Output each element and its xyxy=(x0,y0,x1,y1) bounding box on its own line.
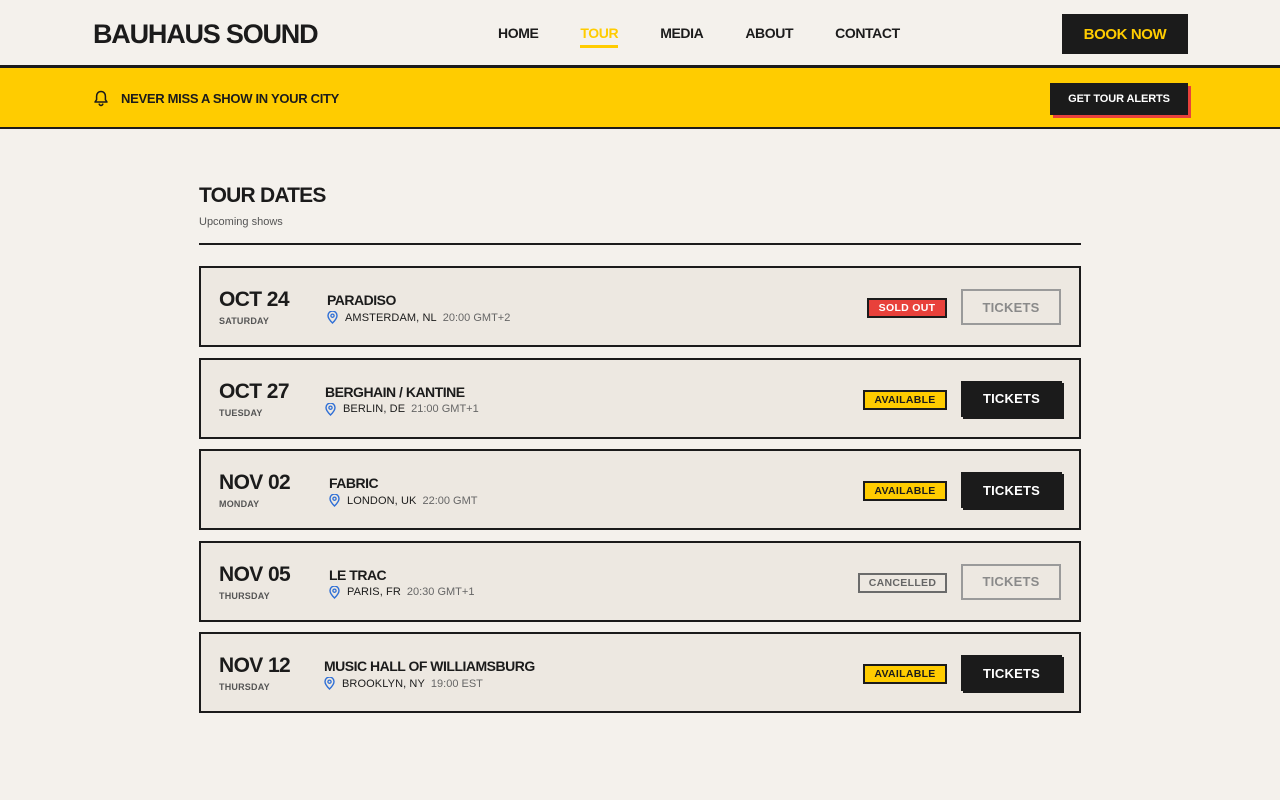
tour-list: OCT 24 SATURDAY PARADISO AMSTERDAM, NL 2… xyxy=(199,266,1081,713)
show-city: BROOKLYN, NY xyxy=(342,677,425,690)
show-weekday: SATURDAY xyxy=(219,316,270,326)
bell-icon xyxy=(94,90,108,107)
venue-name: BERGHAIN / KANTINE xyxy=(325,383,465,400)
show-city: AMSTERDAM, NL xyxy=(345,311,437,324)
page-subtitle: Upcoming shows xyxy=(199,216,283,228)
status-badge: AVAILABLE xyxy=(863,389,947,410)
show-city: PARIS, FR xyxy=(347,586,401,598)
show-time: 21:00 GMT+1 xyxy=(411,403,479,415)
nav-about[interactable]: ABOUT xyxy=(745,24,793,48)
show-city: LONDON, UK xyxy=(347,494,417,507)
show-weekday: THURSDAY xyxy=(219,590,270,601)
venue-block: PARADISO AMSTERDAM, NL 20:00 GMT+2 xyxy=(327,292,510,324)
show-weekday: THURSDAY xyxy=(219,682,270,692)
location-pin-icon xyxy=(324,677,335,690)
tour-section: TOUR DATES Upcoming shows OCT 24 SATURDA… xyxy=(199,182,1081,724)
site-header: BAUHAUS SOUND HOME TOUR MEDIA ABOUT CONT… xyxy=(0,0,1280,68)
show-date: NOV 05 xyxy=(219,562,291,586)
tickets-button[interactable]: TICKETS xyxy=(961,563,1061,600)
status-badge: SOLD OUT xyxy=(867,298,947,318)
venue-block: LE TRAC PARIS, FR 20:30 GMT+1 xyxy=(329,567,474,599)
show-date: NOV 02 xyxy=(219,471,291,494)
tickets-button[interactable]: TICKETS xyxy=(961,655,1062,691)
show-weekday: TUESDAY xyxy=(219,407,263,418)
alert-banner: NEVER MISS A SHOW IN YOUR CITY GET TOUR … xyxy=(0,68,1280,129)
show-weekday: MONDAY xyxy=(219,499,260,509)
venue-block: BERGHAIN / KANTINE BERLIN, DE 21:00 GMT+… xyxy=(325,384,479,416)
venue-name: PARADISO xyxy=(327,292,396,308)
tour-row: NOV 02 MONDAY FABRIC LONDON, UK 22:00 GM… xyxy=(199,449,1081,530)
status-badge: AVAILABLE xyxy=(863,481,947,501)
venue-block: MUSIC HALL OF WILLIAMSBURG BROOKLYN, NY … xyxy=(324,658,535,690)
divider xyxy=(199,243,1081,245)
nav-tour[interactable]: TOUR xyxy=(580,24,619,48)
show-date: NOV 12 xyxy=(219,654,291,677)
tickets-button[interactable]: TICKETS xyxy=(961,472,1062,508)
status-badge: CANCELLED xyxy=(858,572,947,593)
logo[interactable]: BAUHAUS SOUND xyxy=(93,19,319,49)
show-date: OCT 24 xyxy=(219,288,290,311)
get-tour-alerts-button[interactable]: GET TOUR ALERTS xyxy=(1050,83,1188,115)
book-now-button[interactable]: BOOK NOW xyxy=(1062,14,1188,54)
nav-home[interactable]: HOME xyxy=(498,24,539,48)
location-pin-icon xyxy=(327,311,338,324)
venue-name: LE TRAC xyxy=(329,566,387,583)
tickets-button[interactable]: TICKETS xyxy=(961,289,1061,325)
location-pin-icon xyxy=(329,585,340,599)
tour-row: NOV 12 THURSDAY MUSIC HALL OF WILLIAMSBU… xyxy=(199,632,1081,713)
show-time: 22:00 GMT xyxy=(422,494,478,507)
nav-contact[interactable]: CONTACT xyxy=(835,24,900,48)
page-title: TOUR DATES xyxy=(199,184,326,207)
main-nav: HOME TOUR MEDIA ABOUT CONTACT xyxy=(498,24,900,48)
tour-row: NOV 05 THURSDAY LE TRAC PARIS, FR 20:30 … xyxy=(199,540,1081,622)
venue-name: MUSIC HALL OF WILLIAMSBURG xyxy=(324,658,535,674)
show-date: OCT 27 xyxy=(219,379,290,403)
tour-row: OCT 27 TUESDAY BERGHAIN / KANTINE BERLIN… xyxy=(199,357,1081,439)
tickets-button[interactable]: TICKETS xyxy=(961,380,1062,417)
show-time: 20:00 GMT+2 xyxy=(442,311,511,324)
venue-block: FABRIC LONDON, UK 22:00 GMT xyxy=(329,475,478,507)
status-badge: AVAILABLE xyxy=(863,664,947,684)
show-time: 20:30 GMT+1 xyxy=(406,586,475,598)
show-city: BERLIN, DE xyxy=(343,403,406,415)
venue-name: FABRIC xyxy=(329,475,379,491)
banner-text: NEVER MISS A SHOW IN YOUR CITY xyxy=(121,91,340,106)
nav-media[interactable]: MEDIA xyxy=(660,24,704,48)
location-pin-icon xyxy=(325,402,336,416)
show-time: 19:00 EST xyxy=(430,677,483,690)
location-pin-icon xyxy=(329,494,340,507)
tour-row: OCT 24 SATURDAY PARADISO AMSTERDAM, NL 2… xyxy=(199,266,1081,347)
